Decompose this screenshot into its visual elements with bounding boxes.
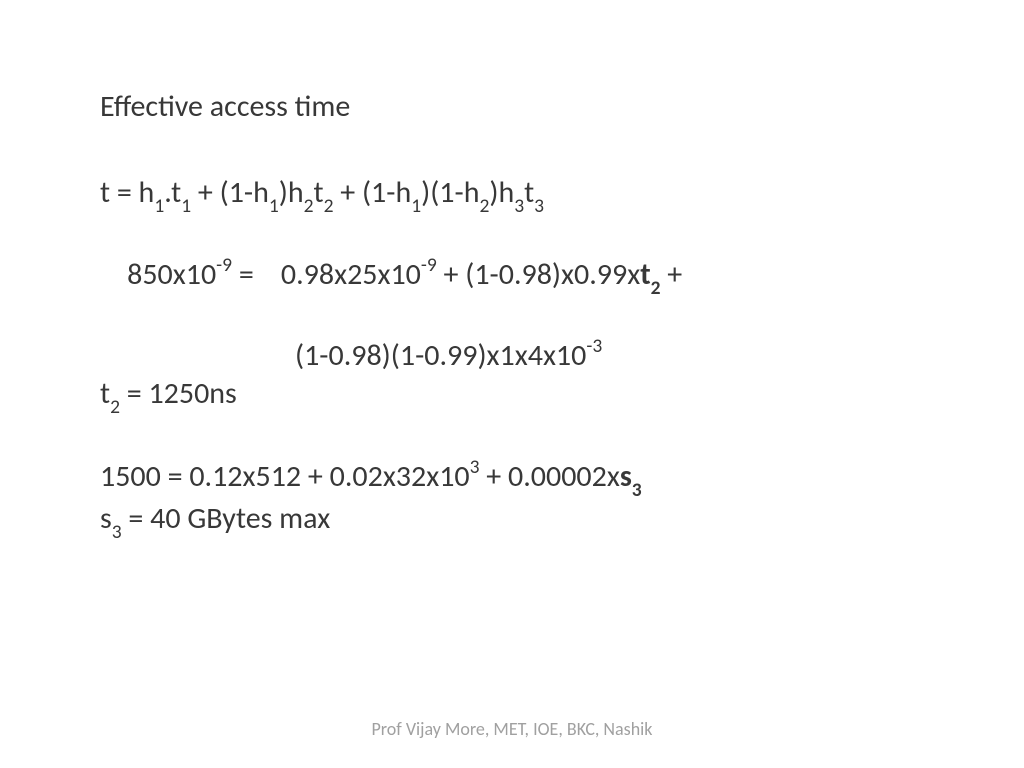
slide-title: Effective access time: [100, 88, 924, 126]
equation-5: 1500 = 0.12x512 + 0.02x32x103 + 0.00002x…: [100, 457, 924, 500]
equation-3: (1-0.98)(1-0.99)x1x4x10-3: [100, 336, 924, 375]
equation-6: s3 = 40 GBytes max: [100, 500, 924, 542]
footer-credit: Prof Vijay More, MET, IOE, BKC, Nashik: [0, 718, 1024, 740]
spacer: [100, 417, 924, 457]
slide-content: Effective access time t = h1.t1 + (1-h1)…: [0, 0, 1024, 542]
equation-4: t2 = 1250ns: [100, 375, 924, 417]
equation-1: t = h1.t1 + (1-h1)h2t2 + (1-h1)(1-h2)h3t…: [100, 174, 924, 216]
equation-2: 850x10-9 = 0.98x25x10-9 + (1-0.98)x0.99x…: [100, 216, 924, 336]
